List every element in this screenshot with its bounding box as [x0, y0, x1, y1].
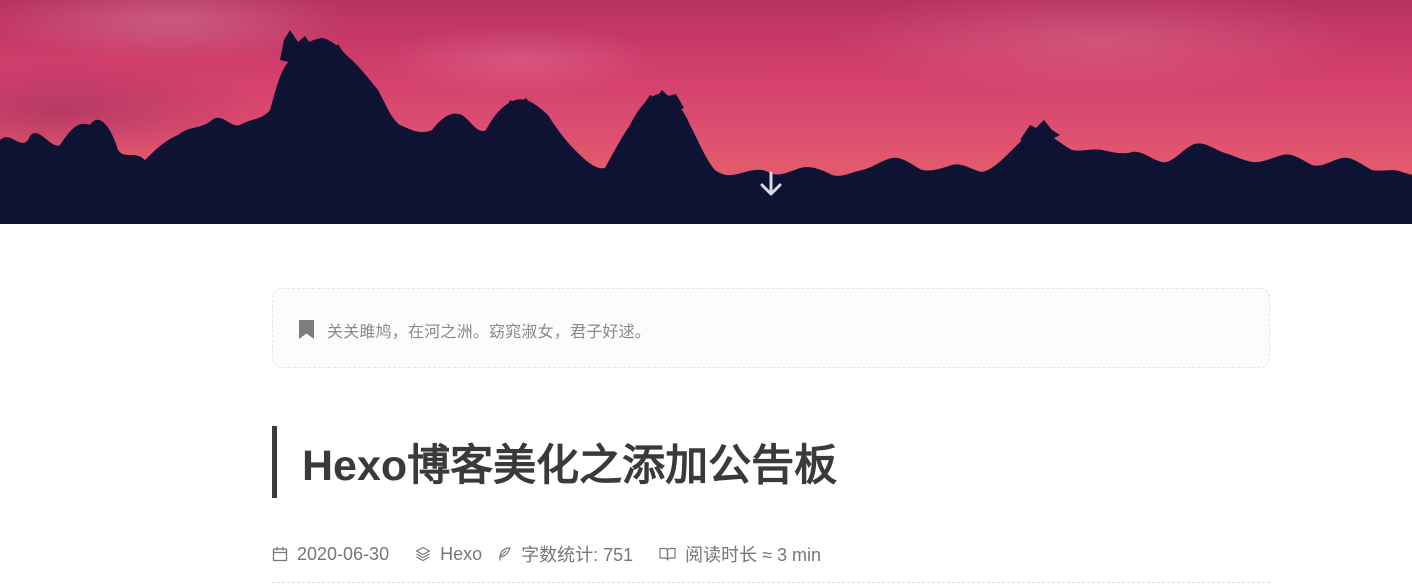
notice-text: 关关雎鸠，在河之洲。窈窕淑女，君子好逑。 — [327, 322, 652, 341]
post-wordcount-text: 字数统计: 751 — [521, 545, 634, 565]
meta-divider — [272, 582, 1270, 583]
post-title-block: Hexo博客美化之添加公告板 — [272, 426, 837, 498]
calendar-icon — [272, 547, 288, 562]
layers-icon — [415, 546, 431, 562]
post-title: Hexo博客美化之添加公告板 — [302, 442, 838, 490]
arrow-down-icon[interactable] — [757, 170, 785, 200]
post-date: 2020-06-30 — [272, 544, 389, 565]
feather-icon — [499, 547, 511, 561]
notice-board: 关关雎鸠，在河之洲。窈窕淑女，君子好逑。 — [272, 288, 1270, 368]
hero-banner — [0, 0, 1412, 224]
post-readtime: 阅读时长 ≈ 3 min — [659, 541, 821, 567]
post-wordcount: 字数统计: 751 — [496, 541, 633, 567]
post-meta: 2020-06-30 Hexo 字数统计: 751 阅读时长 ≈ 3 min — [272, 541, 821, 567]
post-readtime-text: 阅读时长 ≈ 3 min — [685, 545, 822, 565]
post-category[interactable]: Hexo — [415, 544, 482, 565]
bookmark-icon — [299, 320, 314, 339]
post-category-link[interactable]: Hexo — [440, 544, 482, 565]
tree-silhouette — [0, 30, 1412, 224]
post-date-text: 2020-06-30 — [297, 543, 390, 564]
book-open-icon — [659, 547, 676, 561]
